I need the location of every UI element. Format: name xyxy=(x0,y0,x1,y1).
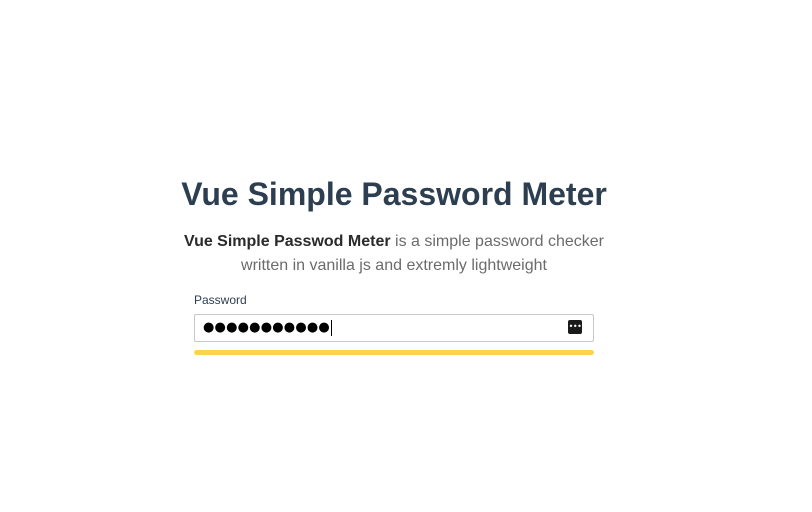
description: Vue Simple Passwod Meter is a simple pas… xyxy=(180,230,608,278)
password-field-group: Password ●●●●●●●●●●● ••• xyxy=(194,292,594,342)
password-label: Password xyxy=(194,293,247,307)
description-emphasis: Vue Simple Passwod Meter xyxy=(183,233,391,250)
password-value: ●●●●●●●●●●● xyxy=(203,319,332,337)
page: Vue Simple Password Meter Vue Simple Pas… xyxy=(0,0,812,512)
page-title: Vue Simple Password Meter xyxy=(181,176,607,212)
password-strength-meter xyxy=(194,350,594,355)
password-manager-key-icon[interactable]: ••• xyxy=(568,320,582,334)
password-input[interactable]: ●●●●●●●●●●● ••• xyxy=(194,314,594,342)
password-strength-meter-fill xyxy=(194,350,594,355)
password-dots: ●●●●●●●●●●● xyxy=(203,320,330,335)
text-caret xyxy=(330,319,332,336)
